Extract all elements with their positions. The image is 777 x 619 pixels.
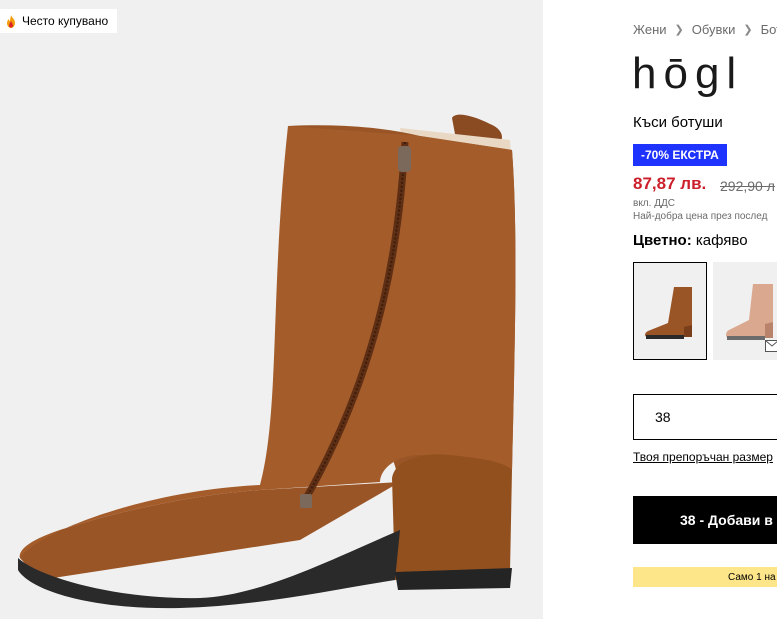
original-price: 292,90 л <box>720 178 775 194</box>
breadcrumb-shoes[interactable]: Обувки <box>692 22 736 37</box>
brown-boot-thumbnail <box>645 287 692 339</box>
add-to-cart-button[interactable]: 38 - Добави в <box>633 496 777 544</box>
vat-note: вкл. ДДС <box>633 198 675 209</box>
flame-icon <box>7 14 15 28</box>
product-name: Къси ботуши <box>633 114 723 131</box>
breadcrumb: Жени ❯ Обувки ❯ Бот <box>633 22 777 37</box>
current-price: 87,87 лв. <box>633 174 707 193</box>
color-swatch-beige[interactable] <box>713 262 777 360</box>
chevron-right-icon: ❯ <box>743 24 753 36</box>
color-swatch-brown[interactable] <box>633 262 707 360</box>
color-selection-label: Цветно: кафяво <box>633 232 748 249</box>
color-label: Цветно: <box>633 232 692 249</box>
chevron-right-icon: ❯ <box>674 24 684 36</box>
mail-icon <box>765 340 777 352</box>
brand-logo[interactable]: hōgl <box>632 52 743 96</box>
size-selector[interactable]: 38 <box>633 394 777 440</box>
frequently-bought-badge: Често купувано <box>0 9 118 33</box>
promo-badge: -70% ЕКСТРА <box>633 144 727 166</box>
product-image-gallery[interactable]: Често купувано <box>0 0 543 619</box>
boot-product-image[interactable] <box>0 110 530 610</box>
best-price-note[interactable]: Най-добра цена през послед <box>633 211 767 222</box>
breadcrumb-boots[interactable]: Бот <box>761 22 777 37</box>
recommended-size-link[interactable]: Твоя препоръчан размер <box>633 450 773 464</box>
product-details-panel: Жени ❯ Обувки ❯ Бот hōgl Къси ботуши -70… <box>543 0 777 619</box>
badge-label: Често купувано <box>22 14 109 28</box>
breadcrumb-women[interactable]: Жени <box>633 22 667 37</box>
stock-notice: Само 1 на <box>633 567 777 587</box>
color-value: кафяво <box>695 232 748 249</box>
